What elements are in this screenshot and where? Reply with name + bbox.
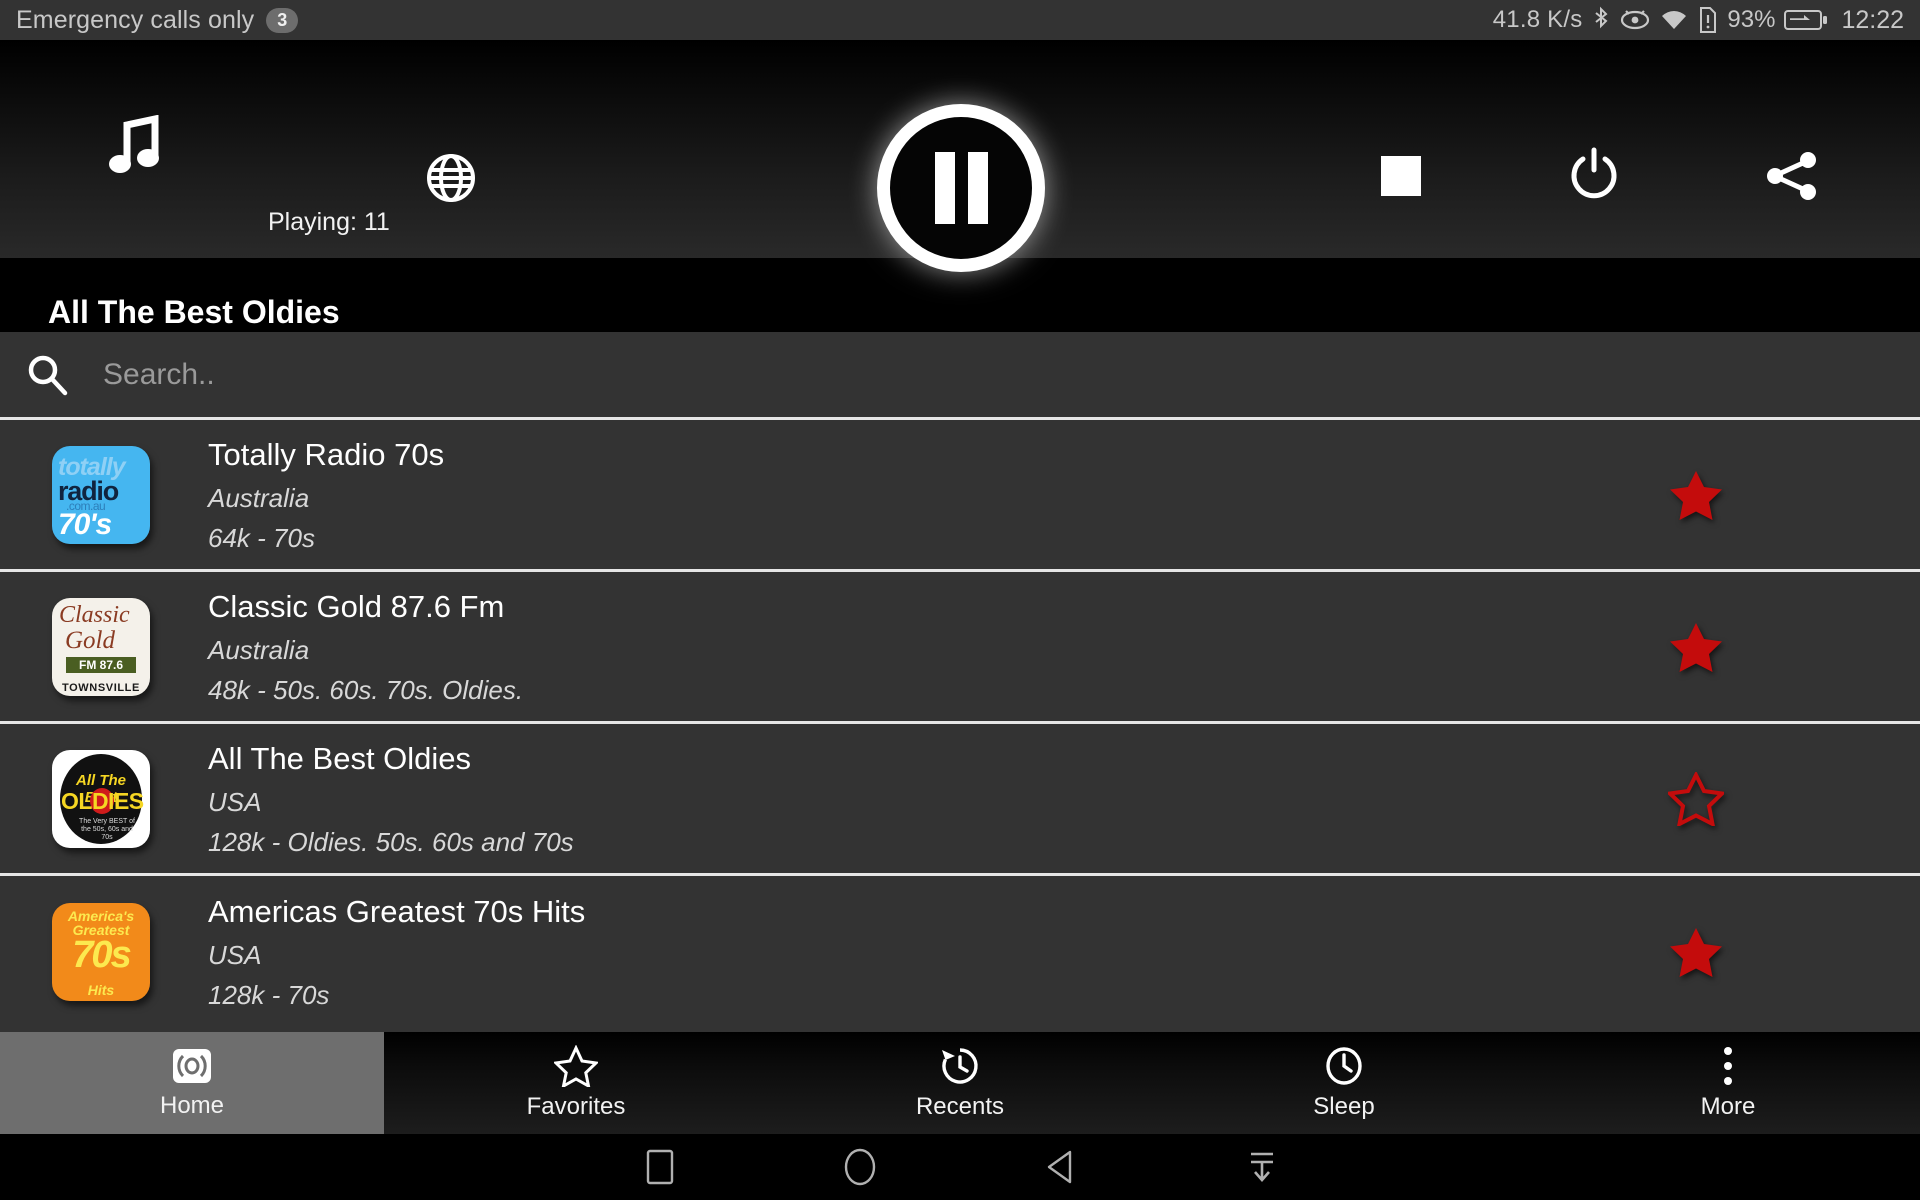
station-meta: 48k - 50s. 60s. 70s. Oldies.: [208, 674, 524, 705]
logo-line-3: 70s: [72, 934, 131, 976]
classic-gold-logo: Classic Gold FM 87.6 TOWNSVILLE: [52, 597, 150, 696]
playing-count-label: Playing: 11: [268, 208, 390, 236]
app-root: Emergency calls only 3 41.8 K/s 93% 12:2…: [0, 0, 1920, 1200]
notification-count-badge: 3: [266, 7, 299, 33]
tab-label: Sleep: [1313, 1093, 1375, 1120]
station-row[interactable]: America's Greatest 70s Hits Americas Gre…: [0, 876, 1920, 1028]
tab-label: Home: [159, 1092, 225, 1119]
all-the-best-oldies-logo: All The Best OLDIES The Very BEST of the…: [52, 749, 150, 848]
status-bar-right: 41.8 K/s 93% 12:22: [1493, 6, 1904, 35]
pause-bar-right: [967, 152, 988, 224]
hide-navbar-icon[interactable]: [1246, 1149, 1278, 1185]
station-list[interactable]: totally radio .com.au 70's Totally Radio…: [0, 420, 1920, 1032]
pause-button[interactable]: [877, 104, 1045, 272]
android-navigation-bar: [0, 1134, 1920, 1200]
logo-line-3: The Very BEST of the 50s, 60s and 70s: [79, 817, 135, 841]
tab-label: Recents: [915, 1093, 1005, 1120]
favorite-star-filled-icon[interactable]: [1668, 924, 1724, 980]
power-icon[interactable]: [1568, 147, 1620, 201]
station-meta: 64k - 70s: [208, 522, 315, 553]
logo-line-2: Gold: [65, 626, 115, 654]
pause-bar-left: [934, 152, 955, 224]
station-info: Classic Gold 87.6 Fm Australia 48k - 50s…: [208, 587, 523, 707]
pause-icon: [877, 104, 1045, 272]
station-meta: 128k - Oldies. 50s. 60s and 70s: [208, 826, 574, 857]
share-icon[interactable]: [1765, 150, 1819, 202]
tab-recents[interactable]: Recents: [768, 1032, 1152, 1134]
globe-icon[interactable]: [426, 153, 476, 203]
logo-line-4: 70's: [58, 507, 112, 541]
station-info: All The Best Oldies USA 128k - Oldies. 5…: [208, 739, 574, 859]
now-playing-title: All The Best Oldies: [48, 294, 340, 330]
status-bar-left: Emergency calls only 3: [16, 5, 299, 35]
station-country: USA: [208, 786, 262, 817]
station-name: Classic Gold 87.6 Fm: [208, 588, 505, 624]
logo-line-2: OLDIES: [61, 787, 144, 814]
logo-line-3: FM 87.6: [66, 656, 136, 673]
sim-alert-icon: [1698, 6, 1718, 34]
station-row[interactable]: All The Best OLDIES The Very BEST of the…: [0, 724, 1920, 876]
station-info: Americas Greatest 70s Hits USA 128k - 70…: [208, 892, 585, 1012]
overflow-menu-icon: [1718, 1045, 1738, 1087]
clock-icon: [1322, 1045, 1366, 1087]
triangle-back-icon[interactable]: [1044, 1149, 1076, 1185]
history-icon: [938, 1045, 982, 1087]
station-country: Australia: [208, 482, 310, 513]
tab-sleep[interactable]: Sleep: [1152, 1032, 1536, 1134]
americas-greatest-70s-hits-logo: America's Greatest 70s Hits: [52, 903, 150, 1001]
bluetooth-icon: [1591, 6, 1611, 34]
logo-line-1: Classic: [59, 601, 130, 628]
tab-label: Favorites: [526, 1093, 626, 1120]
station-country: Australia: [208, 634, 310, 665]
battery-percent-label: 93%: [1727, 6, 1776, 33]
network-speed-label: 41.8 K/s: [1492, 6, 1583, 33]
favorite-star-outline-icon[interactable]: [1668, 771, 1724, 827]
clock-label: 12:22: [1841, 5, 1904, 34]
station-row[interactable]: totally radio .com.au 70's Totally Radio…: [0, 420, 1920, 572]
search-input[interactable]: [103, 357, 1920, 392]
star-outline-icon: [554, 1045, 598, 1087]
bottom-tab-bar: Home Favorites Recents Sleep More: [0, 1032, 1920, 1134]
search-bar[interactable]: [0, 332, 1920, 420]
eye-care-icon: [1620, 7, 1650, 33]
player-panel: Playing: 11 All The Best Oldies: [0, 40, 1920, 330]
tab-more[interactable]: More: [1536, 1032, 1920, 1134]
logo-line-4: TOWNSVILLE: [62, 681, 140, 694]
tab-favorites[interactable]: Favorites: [384, 1032, 768, 1134]
station-info: Totally Radio 70s Australia 64k - 70s: [208, 435, 444, 555]
battery-charging-icon: [1784, 8, 1828, 32]
tab-label: More: [1700, 1093, 1756, 1120]
android-status-bar: Emergency calls only 3 41.8 K/s 93% 12:2…: [0, 0, 1920, 40]
wifi-icon: [1659, 7, 1689, 33]
logo-line-4: Hits: [87, 982, 115, 998]
totally-radio-70s-logo: totally radio .com.au 70's: [52, 445, 150, 544]
station-name: Totally Radio 70s: [208, 436, 445, 472]
station-country: USA: [208, 940, 262, 970]
search-icon: [24, 354, 70, 396]
station-name: Americas Greatest 70s Hits: [208, 894, 586, 929]
station-meta: 128k - 70s: [208, 980, 330, 1010]
station-name: All The Best Oldies: [208, 740, 472, 776]
favorite-star-filled-icon[interactable]: [1668, 619, 1724, 675]
music-note-icon[interactable]: [109, 115, 161, 177]
station-row[interactable]: Classic Gold FM 87.6 TOWNSVILLE Classic …: [0, 572, 1920, 724]
tab-home[interactable]: Home: [0, 1032, 384, 1134]
square-recents-icon[interactable]: [646, 1149, 674, 1185]
carrier-label: Emergency calls only: [16, 5, 255, 34]
broadcast-icon: [170, 1046, 214, 1086]
circle-home-icon[interactable]: [843, 1147, 877, 1187]
favorite-star-filled-icon[interactable]: [1668, 467, 1724, 523]
stop-icon[interactable]: [1380, 155, 1422, 197]
